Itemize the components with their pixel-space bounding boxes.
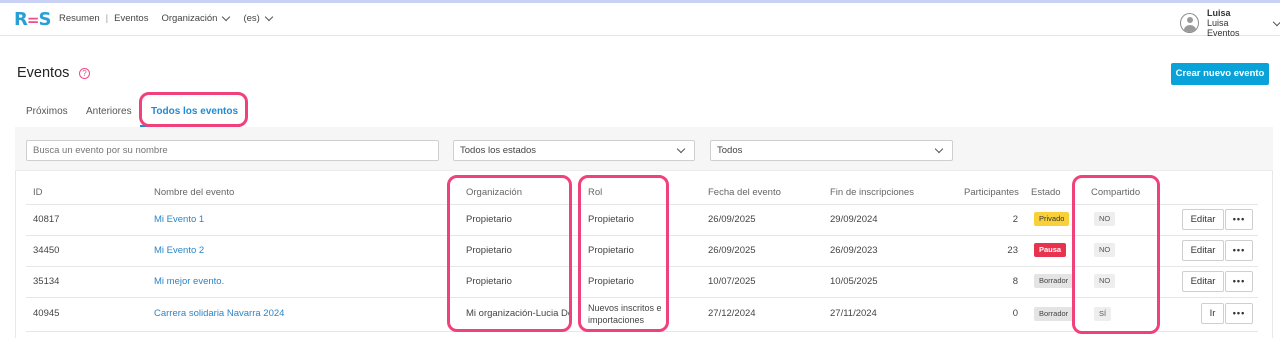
highlight-compartido-column: [1072, 175, 1160, 334]
status-badge: Borrador: [1034, 274, 1074, 288]
create-event-button[interactable]: Crear nuevo evento: [1171, 63, 1269, 85]
avatar-icon: [1180, 13, 1199, 33]
cell-fin: 29/09/2024: [830, 214, 878, 225]
tab-proximos[interactable]: Próximos: [26, 106, 68, 117]
user-menu[interactable]: Luisa Luisa Eventos: [1180, 8, 1280, 38]
main-nav: Resumen | Eventos Organización (es): [59, 12, 274, 24]
cell-participantes: 8: [1012, 276, 1018, 287]
col-estado: Estado: [1031, 187, 1061, 198]
cell-fin: 26/09/2023: [830, 245, 878, 256]
user-info: Luisa Luisa Eventos: [1207, 8, 1260, 38]
cell-id: 40945: [33, 308, 60, 319]
cell-participantes: 23: [1007, 245, 1018, 256]
go-button[interactable]: Ir: [1201, 303, 1224, 324]
page-title: Eventos: [17, 65, 70, 81]
help-icon[interactable]: ?: [79, 68, 90, 79]
event-name-link[interactable]: Carrera solidaria Navarra 2024: [154, 308, 284, 319]
cell-fecha: 26/09/2025: [708, 245, 756, 256]
cell-participantes: 0: [1012, 308, 1018, 319]
edit-button[interactable]: Editar: [1182, 271, 1224, 292]
nav-separator: |: [105, 13, 109, 24]
nav-organizacion-label: Organización: [161, 13, 218, 24]
cell-participantes: 2: [1012, 214, 1018, 225]
cell-id: 40817: [33, 214, 60, 225]
language-label: (es): [243, 13, 260, 24]
chevron-down-icon: [934, 144, 944, 154]
cell-fecha: 26/09/2025: [708, 214, 756, 225]
status-badge: Pausa: [1034, 243, 1067, 257]
col-fin-inscripciones: Fin de inscripciones: [830, 187, 914, 198]
more-options-icon[interactable]: •••: [1225, 271, 1253, 292]
highlight-organizacion-column: [447, 175, 572, 332]
event-name-link[interactable]: Mi Evento 1: [154, 214, 204, 225]
status-select-value: Todos los estados: [460, 145, 537, 156]
status-badge: Borrador: [1034, 307, 1074, 321]
cell-fin: 10/05/2025: [830, 276, 878, 287]
app-logo[interactable]: R=S: [14, 9, 51, 30]
col-nombre: Nombre del evento: [154, 187, 235, 198]
edit-button[interactable]: Editar: [1182, 240, 1224, 261]
type-select-value: Todos: [717, 145, 743, 156]
more-options-icon[interactable]: •••: [1225, 303, 1253, 324]
cell-id: 35134: [33, 276, 60, 287]
type-select[interactable]: Todos: [710, 140, 953, 161]
col-fecha: Fecha del evento: [708, 187, 781, 198]
cell-fin: 27/11/2024: [830, 308, 877, 319]
highlight-todos-tab: [139, 92, 248, 127]
more-options-icon[interactable]: •••: [1225, 240, 1253, 261]
nav-organizacion-dropdown[interactable]: Organización: [161, 12, 231, 24]
chevron-down-icon: [264, 12, 274, 22]
event-name-link[interactable]: Mi mejor evento.: [154, 276, 224, 287]
event-name-link[interactable]: Mi Evento 2: [154, 245, 204, 256]
status-select[interactable]: Todos los estados: [453, 140, 695, 161]
status-badge: Privado: [1034, 212, 1070, 226]
cell-fecha: 27/12/2024: [708, 308, 756, 319]
nav-eventos[interactable]: Eventos: [114, 13, 148, 24]
tab-anteriores[interactable]: Anteriores: [86, 106, 132, 117]
chevron-down-icon: [1272, 17, 1280, 27]
highlight-rol-column: [578, 175, 669, 332]
nav-resumen[interactable]: Resumen: [59, 13, 100, 24]
search-input[interactable]: [26, 140, 439, 161]
language-dropdown[interactable]: (es): [243, 12, 274, 24]
chevron-down-icon: [222, 12, 231, 22]
cell-fecha: 10/07/2025: [708, 276, 756, 287]
cell-id: 34450: [33, 245, 60, 256]
more-options-icon[interactable]: •••: [1225, 209, 1253, 230]
col-id: ID: [33, 187, 43, 198]
user-org: Luisa Eventos: [1206, 18, 1240, 38]
top-navbar: R=S Resumen | Eventos Organización (es) …: [0, 3, 1280, 38]
chevron-down-icon: [676, 144, 686, 154]
user-name: Luisa: [1206, 8, 1231, 18]
col-participantes: Participantes: [964, 187, 1019, 198]
edit-button[interactable]: Editar: [1182, 209, 1224, 230]
